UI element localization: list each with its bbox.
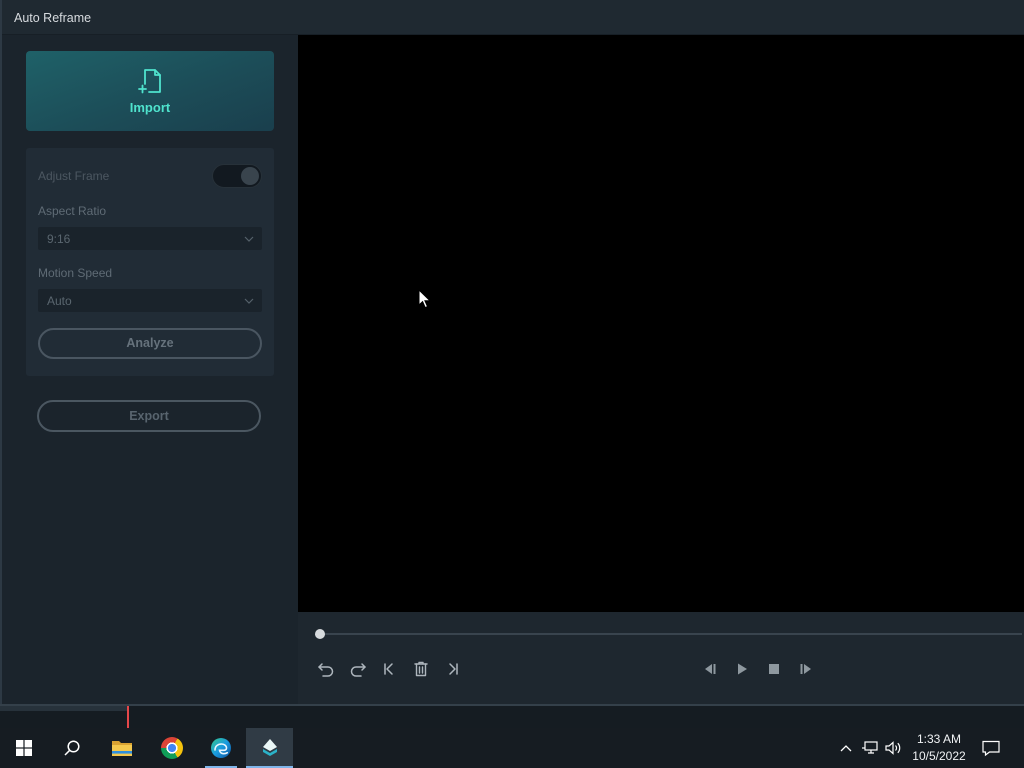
- action-center-icon: [982, 740, 1000, 757]
- filmora-icon: [259, 737, 281, 759]
- stop-icon[interactable]: [765, 660, 783, 678]
- chevron-down-icon: [244, 298, 254, 304]
- video-preview[interactable]: [298, 35, 1024, 612]
- next-frame-icon[interactable]: [797, 660, 815, 678]
- auto-reframe-window: Auto Reframe Import Adjust Frame Aspect …: [0, 0, 1024, 706]
- reframe-settings-panel: Adjust Frame Aspect Ratio 9:16 Motion Sp…: [26, 148, 274, 376]
- window-title: Auto Reframe: [14, 11, 92, 25]
- delete-icon[interactable]: [412, 660, 430, 678]
- volume-button[interactable]: [882, 728, 904, 768]
- edge-icon: [210, 737, 232, 759]
- left-panel: Import Adjust Frame Aspect Ratio 9:16 Mo…: [0, 35, 298, 705]
- title-bar[interactable]: Auto Reframe: [0, 0, 1024, 35]
- player-controls: [298, 612, 1024, 704]
- toggle-knob: [241, 167, 259, 185]
- redo-icon[interactable]: [349, 660, 367, 678]
- edge-button[interactable]: [197, 728, 245, 768]
- jump-to-start-icon[interactable]: [380, 660, 398, 678]
- chrome-icon: [161, 737, 183, 759]
- motion-speed-dropdown[interactable]: Auto: [38, 289, 262, 312]
- import-button[interactable]: Import: [26, 51, 274, 131]
- search-icon: [64, 740, 81, 757]
- chevron-down-icon: [244, 236, 254, 242]
- motion-speed-value: Auto: [47, 294, 72, 308]
- taskbar: 1:33 AM 10/5/2022: [0, 728, 1024, 768]
- previous-frame-icon[interactable]: [701, 660, 719, 678]
- start-button[interactable]: [0, 728, 48, 768]
- network-button[interactable]: [859, 728, 881, 768]
- file-import-icon: [137, 68, 163, 94]
- clock-date: 10/5/2022: [912, 749, 966, 763]
- background-timeline-ruler: [0, 706, 128, 711]
- aspect-ratio-dropdown[interactable]: 9:16: [38, 227, 262, 250]
- clock-time: 1:33 AM: [916, 732, 962, 746]
- undo-icon[interactable]: [317, 660, 335, 678]
- jump-to-end-icon[interactable]: [444, 660, 462, 678]
- taskbar-clock[interactable]: 1:33 AM 10/5/2022: [907, 728, 971, 768]
- chrome-button[interactable]: [148, 728, 196, 768]
- mouse-cursor-icon: [418, 289, 431, 309]
- network-icon: [862, 741, 878, 754]
- window-border: [0, 0, 2, 706]
- import-label: Import: [129, 100, 171, 115]
- motion-speed-label: Motion Speed: [38, 266, 113, 280]
- adjust-frame-toggle[interactable]: [212, 164, 262, 188]
- show-hidden-icons-icon: [840, 745, 852, 752]
- background-timeline-playhead: [127, 706, 129, 728]
- windows-start-icon: [16, 740, 32, 756]
- file-explorer-button[interactable]: [98, 728, 146, 768]
- action-center-button[interactable]: [980, 728, 1002, 768]
- adjust-frame-label: Adjust Frame: [38, 169, 110, 183]
- volume-icon: [885, 741, 901, 755]
- scrubber-handle[interactable]: [315, 629, 325, 639]
- scrubber-track[interactable]: [320, 633, 1022, 635]
- file-explorer-icon: [111, 739, 133, 757]
- aspect-ratio-label: Aspect Ratio: [38, 204, 107, 218]
- aspect-ratio-value: 9:16: [47, 232, 71, 246]
- analyze-button[interactable]: Analyze: [38, 328, 262, 359]
- filmora-button[interactable]: [246, 728, 293, 768]
- search-button[interactable]: [48, 728, 96, 768]
- export-button[interactable]: Export: [37, 400, 261, 432]
- play-icon[interactable]: [733, 660, 751, 678]
- background-app-timeline: [0, 706, 1024, 728]
- show-hidden-icons-button[interactable]: [835, 728, 857, 768]
